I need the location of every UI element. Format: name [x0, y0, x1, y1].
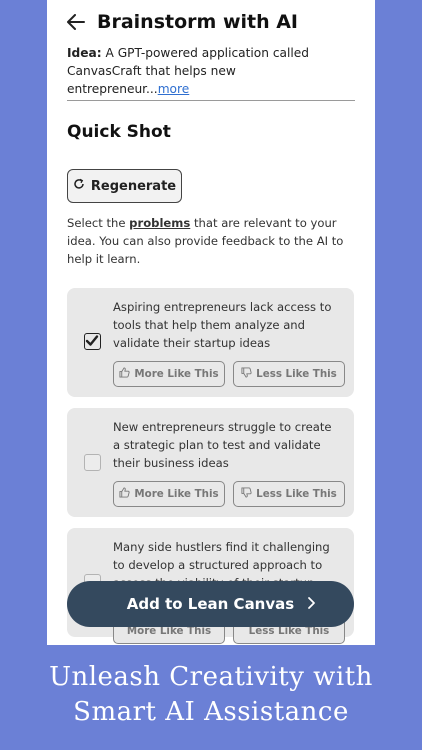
arrow-left-icon[interactable] [67, 12, 87, 32]
regenerate-button[interactable]: Regenerate [67, 169, 182, 203]
less-like-this-label: Less Like This [256, 368, 337, 380]
idea-summary: Idea: A GPT-powered application called C… [67, 44, 359, 98]
problem-checkbox-1[interactable] [84, 333, 101, 350]
thumbs-up-icon [119, 487, 130, 501]
problem-text-2: New entrepreneurs struggle to create a s… [113, 420, 332, 470]
thumbs-down-icon [241, 367, 252, 381]
more-like-this-button[interactable]: More Like This [113, 361, 225, 387]
promo-tagline: Unleash Creativity with Smart AI Assista… [0, 660, 422, 730]
instructions-keyword: problems [129, 216, 191, 230]
header: Brainstorm with AI [67, 8, 365, 36]
checkmark-icon [85, 335, 99, 346]
more-link[interactable]: more [158, 82, 190, 96]
problem-card-2: New entrepreneurs struggle to create a s… [67, 408, 354, 517]
tagline-line-1: Unleash Creativity with [49, 662, 373, 692]
fab-label: Add to Lean Canvas [126, 595, 295, 613]
less-like-this-label: Less Like This [256, 488, 337, 500]
less-like-this-button[interactable]: Less Like This [233, 361, 345, 387]
problem-text-1: Aspiring entrepreneurs lack access to to… [113, 300, 332, 350]
less-like-this-button[interactable]: Less Like This [233, 481, 345, 507]
regenerate-label: Regenerate [90, 178, 177, 194]
problem-card-1: Aspiring entrepreneurs lack access to to… [67, 288, 354, 397]
instructions: Select the problems that are relevant to… [67, 214, 361, 268]
chevron-right-icon [306, 596, 316, 614]
more-like-this-button[interactable]: More Like This [113, 481, 225, 507]
idea-label: Idea: [67, 46, 102, 60]
tagline-line-2: Smart AI Assistance [73, 697, 349, 727]
feedback-buttons-1: More Like This Less Like This [113, 361, 345, 387]
add-to-lean-canvas-button[interactable]: Add to Lean Canvas [67, 581, 354, 627]
section-title: Quick Shot [67, 122, 171, 142]
problem-checkbox-2[interactable] [84, 454, 101, 471]
app-screen: Brainstorm with AI Idea: A GPT-powered a… [47, 0, 375, 645]
more-like-this-label: More Like This [134, 488, 219, 500]
refresh-icon [73, 178, 85, 194]
feedback-buttons-2: More Like This Less Like This [113, 481, 345, 507]
divider [67, 100, 355, 101]
page-title: Brainstorm with AI [97, 11, 299, 33]
thumbs-up-icon [119, 367, 130, 381]
thumbs-down-icon [241, 487, 252, 501]
instructions-before: Select the [67, 216, 130, 230]
more-like-this-label: More Like This [134, 368, 219, 380]
